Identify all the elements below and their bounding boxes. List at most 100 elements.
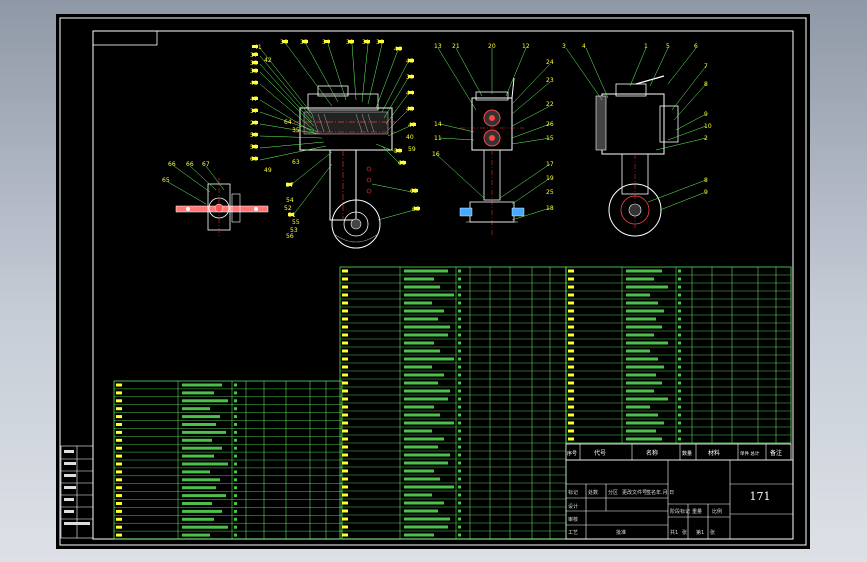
balloon-label: 40 [406,134,414,141]
table-row [342,493,461,497]
balloon-label: 59 [250,132,258,139]
balloon-label: 33 [250,60,258,67]
table-row [342,469,461,473]
balloon-label: 19 [546,175,554,182]
table-row [568,317,681,321]
table-row [342,293,461,297]
balloon-label: 37 [250,108,258,115]
table-row [116,525,237,529]
parts-list-left [113,380,343,540]
balloon-label: 31 [362,39,370,46]
balloon-label: 58 [250,144,258,151]
header-remark: 备注 [770,449,782,457]
table-row [342,301,461,305]
header-material: 材料 [708,449,720,457]
table-row [342,445,461,449]
svg-text:比例: 比例 [712,508,722,515]
balloon-label: 45 [406,58,414,65]
svg-text:第1: 第1 [696,529,704,536]
balloon-label: 65 [412,206,420,213]
table-row [342,285,461,289]
svg-text:张: 张 [682,529,687,536]
table-row [568,373,681,377]
table-row [116,407,237,411]
balloon-label: 7 [704,63,708,70]
balloon-label: 60 [250,156,258,163]
table-row [342,421,461,425]
balloon-label: 55 [292,219,300,226]
table-row [342,525,461,529]
table-row [568,269,681,273]
table-row [342,461,461,465]
table-row [342,309,461,313]
table-row [342,405,461,409]
balloon-label: 22 [546,101,554,108]
table-row [342,325,461,329]
table-row [342,453,461,457]
cad-viewport[interactable]: 序号 代号 名称 数量 材料 单件 总计 备注 标记 处数 分区 更改文件号 签… [56,14,810,549]
table-row [342,317,461,321]
table-row [342,357,461,361]
table-row [116,486,237,490]
table-row [568,309,681,313]
balloon-label: 36 [280,39,288,46]
svg-text:张: 张 [710,529,715,536]
balloon-label: 37 [250,52,258,59]
svg-text:阶段标记: 阶段标记 [670,508,690,515]
title-block-labels: 标记 处数 分区 更改文件号 签名 年.月.日 设计 审核 工艺 批准 阶段标记… [568,489,722,536]
balloon-label: 47 [250,96,258,103]
balloon-label: 2 [704,135,708,142]
svg-text:处数: 处数 [588,489,598,496]
table-row [116,383,237,387]
parts-list-middle [339,266,567,540]
balloon-label: 61 [398,160,406,167]
table-row [568,349,681,353]
parts-list-header: 序号 代号 名称 数量 材料 单件 总计 备注 [565,443,792,461]
balloon-label: 3 [562,43,566,50]
table-row [568,357,681,361]
svg-text:批准: 批准 [616,529,626,536]
balloon-label: 16 [432,151,440,158]
table-row [116,438,237,442]
svg-text:重量: 重量 [692,508,702,515]
side-view-leaders [565,47,707,211]
table-row [116,502,237,505]
table-row [116,517,237,521]
table-row [568,277,681,281]
table-row [342,349,461,353]
balloon-label: 9 [704,189,708,196]
table-row [342,365,461,369]
svg-text:设计: 设计 [568,503,578,510]
side-view [595,75,679,237]
balloon-label: 8 [704,177,708,184]
table-row [116,415,237,419]
balloon-label: 39 [406,74,414,81]
balloon-label: 59 [408,146,416,153]
svg-text:年.月.日: 年.月.日 [656,489,674,496]
small-detail-view [175,178,269,236]
drawing-number: 171 [750,490,771,503]
balloon-label: 42 [264,57,272,64]
table-row [116,430,237,434]
balloon-label: 49 [264,167,272,174]
balloon-label: 1 [644,43,648,50]
table-row [342,381,461,385]
balloon-label: 46 [394,46,402,53]
table-row [342,533,461,537]
svg-text:标记: 标记 [568,489,578,496]
table-row [342,277,461,281]
table-row [116,494,237,498]
balloon-label: 32 [346,39,354,46]
balloon-label: 30 [376,39,384,46]
header-weight: 单件 总计 [740,450,760,457]
table-row [568,389,681,393]
table-row [568,429,681,433]
table-row [568,405,681,409]
table-row [342,429,461,433]
table-row [568,341,681,345]
balloon-label: 15 [546,135,554,142]
balloon-label: 18 [546,205,554,212]
balloon-label: 34 [322,39,330,46]
table-row [342,341,461,345]
balloon-label: 64 [284,119,292,126]
